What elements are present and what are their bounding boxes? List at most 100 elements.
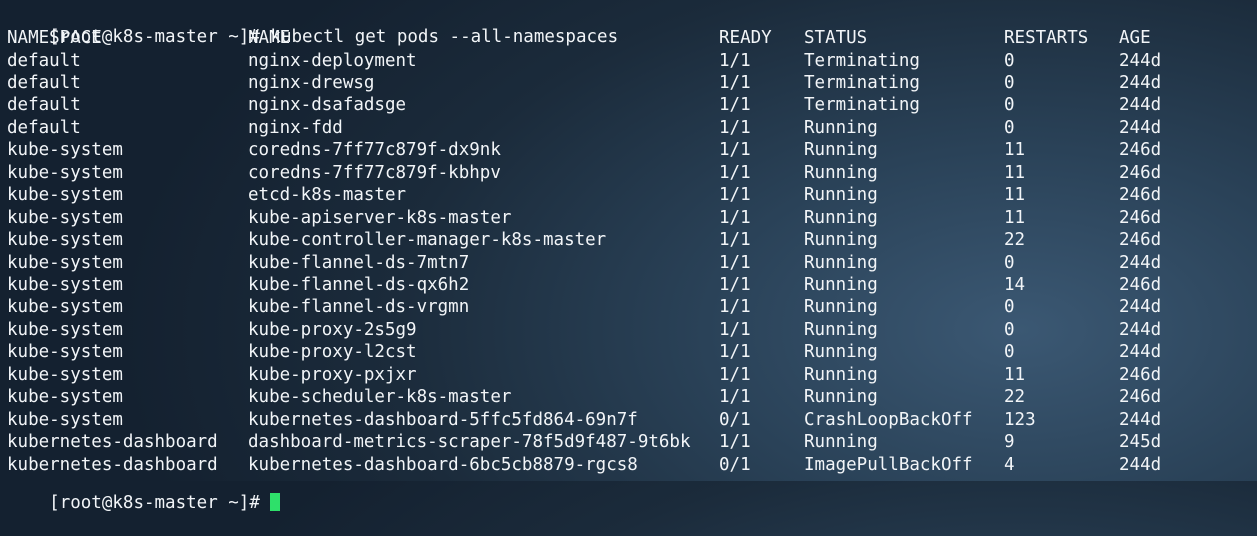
cell-name: kube-proxy-2s5g9 bbox=[248, 319, 417, 340]
cell-namespace: kube-system bbox=[7, 230, 123, 251]
command-line: [root@k8s-master ~]# kubectl get pods --… bbox=[7, 4, 618, 47]
cell-status: Running bbox=[804, 117, 878, 138]
cell-restarts: 9 bbox=[1004, 432, 1015, 453]
cell-age: 246d bbox=[1119, 275, 1162, 295]
table-row: kube-system kube-controller-manager-k8s-m… bbox=[7, 229, 1257, 251]
table-row: default nginx-deployment 1/1 Terminating 0 24… bbox=[7, 50, 1257, 72]
cell-namespace: kubernetes-dashboard bbox=[7, 432, 218, 453]
table-row: kube-system kube-apiserver-k8s-master 1/1 R… bbox=[7, 207, 1257, 229]
cell-status: Running bbox=[804, 342, 878, 363]
cell-namespace: kube-system bbox=[7, 275, 123, 295]
cell-name: kube-controller-manager-k8s-master bbox=[248, 230, 607, 251]
cursor bbox=[270, 493, 281, 511]
cell-age: 244d bbox=[1119, 319, 1162, 340]
cell-name: coredns-7ff77c879f-kbhpv bbox=[248, 162, 501, 183]
cell-ready: 1/1 bbox=[719, 275, 751, 295]
cell-restarts: 0 bbox=[1004, 252, 1015, 273]
table-row: default nginx-drewsg 1/1 Terminating 0 244d bbox=[7, 72, 1257, 94]
cell-name: kube-apiserver-k8s-master bbox=[248, 207, 512, 228]
table-row: kube-system kubernetes-dashboard-5ffc5fd8… bbox=[7, 409, 1257, 431]
cell-ready: 1/1 bbox=[719, 432, 751, 453]
cell-name: nginx-deployment bbox=[248, 50, 417, 71]
cell-restarts: 11 bbox=[1004, 185, 1026, 206]
cell-name: kubernetes-dashboard-6bc5cb8879-rgcs8 bbox=[248, 454, 638, 475]
cell-ready: 1/1 bbox=[719, 117, 751, 138]
table-header-row: NAMESPACE NAME READY STATUS RESTARTS AGE bbox=[7, 27, 1257, 49]
cell-restarts: 11 bbox=[1004, 207, 1026, 228]
cell-name: nginx-fdd bbox=[248, 117, 343, 138]
cell-namespace: default bbox=[7, 50, 81, 71]
cell-ready: 1/1 bbox=[719, 95, 751, 116]
cell-status: Running bbox=[804, 275, 878, 295]
cell-status: Terminating bbox=[804, 72, 920, 93]
cell-status: Terminating bbox=[804, 95, 920, 116]
cell-name: kubernetes-dashboard-5ffc5fd864-69n7f bbox=[248, 409, 638, 430]
cell-status: Running bbox=[804, 185, 878, 206]
cell-age: 246d bbox=[1119, 230, 1162, 251]
cell-restarts: 11 bbox=[1004, 140, 1026, 161]
cell-namespace: kube-system bbox=[7, 207, 123, 228]
cell-status: Terminating bbox=[804, 50, 920, 71]
cell-status: Running bbox=[804, 432, 878, 453]
cell-ready: 1/1 bbox=[719, 387, 751, 408]
cell-name: kube-proxy-pxjxr bbox=[248, 364, 417, 385]
cell-ready: 1/1 bbox=[719, 140, 751, 161]
cell-namespace: kube-system bbox=[7, 252, 123, 273]
cell-namespace: kube-system bbox=[7, 162, 123, 183]
cell-restarts: 0 bbox=[1004, 117, 1015, 138]
cell-age: 244d bbox=[1119, 252, 1162, 273]
cell-namespace: default bbox=[7, 72, 81, 93]
cell-name: kube-flannel-ds-vrgmn bbox=[248, 297, 470, 318]
cell-restarts: 0 bbox=[1004, 342, 1015, 363]
table-row: kube-system coredns-7ff77c879f-dx9nk 1/1 Ru… bbox=[7, 139, 1257, 161]
cell-age: 244d bbox=[1119, 95, 1162, 116]
cell-name: nginx-dsafadsge bbox=[248, 95, 407, 116]
cell-status: Running bbox=[804, 364, 878, 385]
cell-namespace: kube-system bbox=[7, 140, 123, 161]
cell-ready: 1/1 bbox=[719, 297, 751, 318]
cell-ready: 0/1 bbox=[719, 409, 751, 430]
cell-namespace: default bbox=[7, 95, 81, 116]
header-restarts: RESTARTS bbox=[1004, 28, 1089, 48]
cell-ready: 1/1 bbox=[719, 364, 751, 385]
cell-ready: 1/1 bbox=[719, 50, 751, 71]
cell-namespace: kube-system bbox=[7, 297, 123, 318]
cell-age: 244d bbox=[1119, 117, 1162, 138]
bottom-prompt-line: [root@k8s-master ~]# bbox=[7, 470, 281, 513]
cell-name: kube-scheduler-k8s-master bbox=[248, 387, 512, 408]
terminal-window[interactable]: [root@k8s-master ~]# kubectl get pods --… bbox=[0, 0, 1257, 513]
header-ready: READY bbox=[719, 28, 772, 48]
cell-namespace: kube-system bbox=[7, 319, 123, 340]
cell-namespace: kube-system bbox=[7, 387, 123, 408]
table-row: kube-system kube-proxy-2s5g9 1/1 Running 0 24… bbox=[7, 319, 1257, 341]
cell-status: ImagePullBackOff bbox=[804, 454, 973, 475]
header-name: NAME bbox=[248, 28, 291, 48]
cell-ready: 1/1 bbox=[719, 162, 751, 183]
cell-age: 245d bbox=[1119, 432, 1162, 453]
cell-ready: 0/1 bbox=[719, 454, 751, 475]
cell-namespace: kube-system bbox=[7, 342, 123, 363]
table-row: kube-system etcd-k8s-master 1/1 Running 11 24… bbox=[7, 184, 1257, 206]
table-row: kube-system kube-scheduler-k8s-master 1/1 R… bbox=[7, 386, 1257, 408]
cell-restarts: 11 bbox=[1004, 364, 1026, 385]
cell-name: kube-flannel-ds-qx6h2 bbox=[248, 275, 470, 295]
cell-name: dashboard-metrics-scraper-78f5d9f487-9t6… bbox=[248, 432, 691, 453]
cell-age: 246d bbox=[1119, 162, 1162, 183]
cell-ready: 1/1 bbox=[719, 72, 751, 93]
cell-status: Running bbox=[804, 387, 878, 408]
table-row: default nginx-dsafadsge 1/1 Terminating 0 244… bbox=[7, 94, 1257, 116]
cell-status: Running bbox=[804, 319, 878, 340]
cell-status: CrashLoopBackOff bbox=[804, 409, 973, 430]
table-row: default nginx-fdd 1/1 Running 0 244d bbox=[7, 117, 1257, 139]
cell-age: 246d bbox=[1119, 364, 1162, 385]
shell-prompt: [root@k8s-master ~]# bbox=[49, 493, 271, 513]
cell-age: 246d bbox=[1119, 207, 1162, 228]
cell-ready: 1/1 bbox=[719, 185, 751, 206]
table-row: kubernetes-dashboard dashboard-metrics-sc… bbox=[7, 431, 1257, 453]
cell-restarts: 0 bbox=[1004, 95, 1015, 116]
cell-age: 244d bbox=[1119, 342, 1162, 363]
table-row: kube-system kube-flannel-ds-vrgmn 1/1 Runni… bbox=[7, 296, 1257, 318]
cell-namespace: kube-system bbox=[7, 364, 123, 385]
table-row: kube-system kube-proxy-pxjxr 1/1 Running 11 2… bbox=[7, 364, 1257, 386]
table-row: kube-system kube-flannel-ds-qx6h2 1/1 Runni… bbox=[7, 274, 1257, 296]
